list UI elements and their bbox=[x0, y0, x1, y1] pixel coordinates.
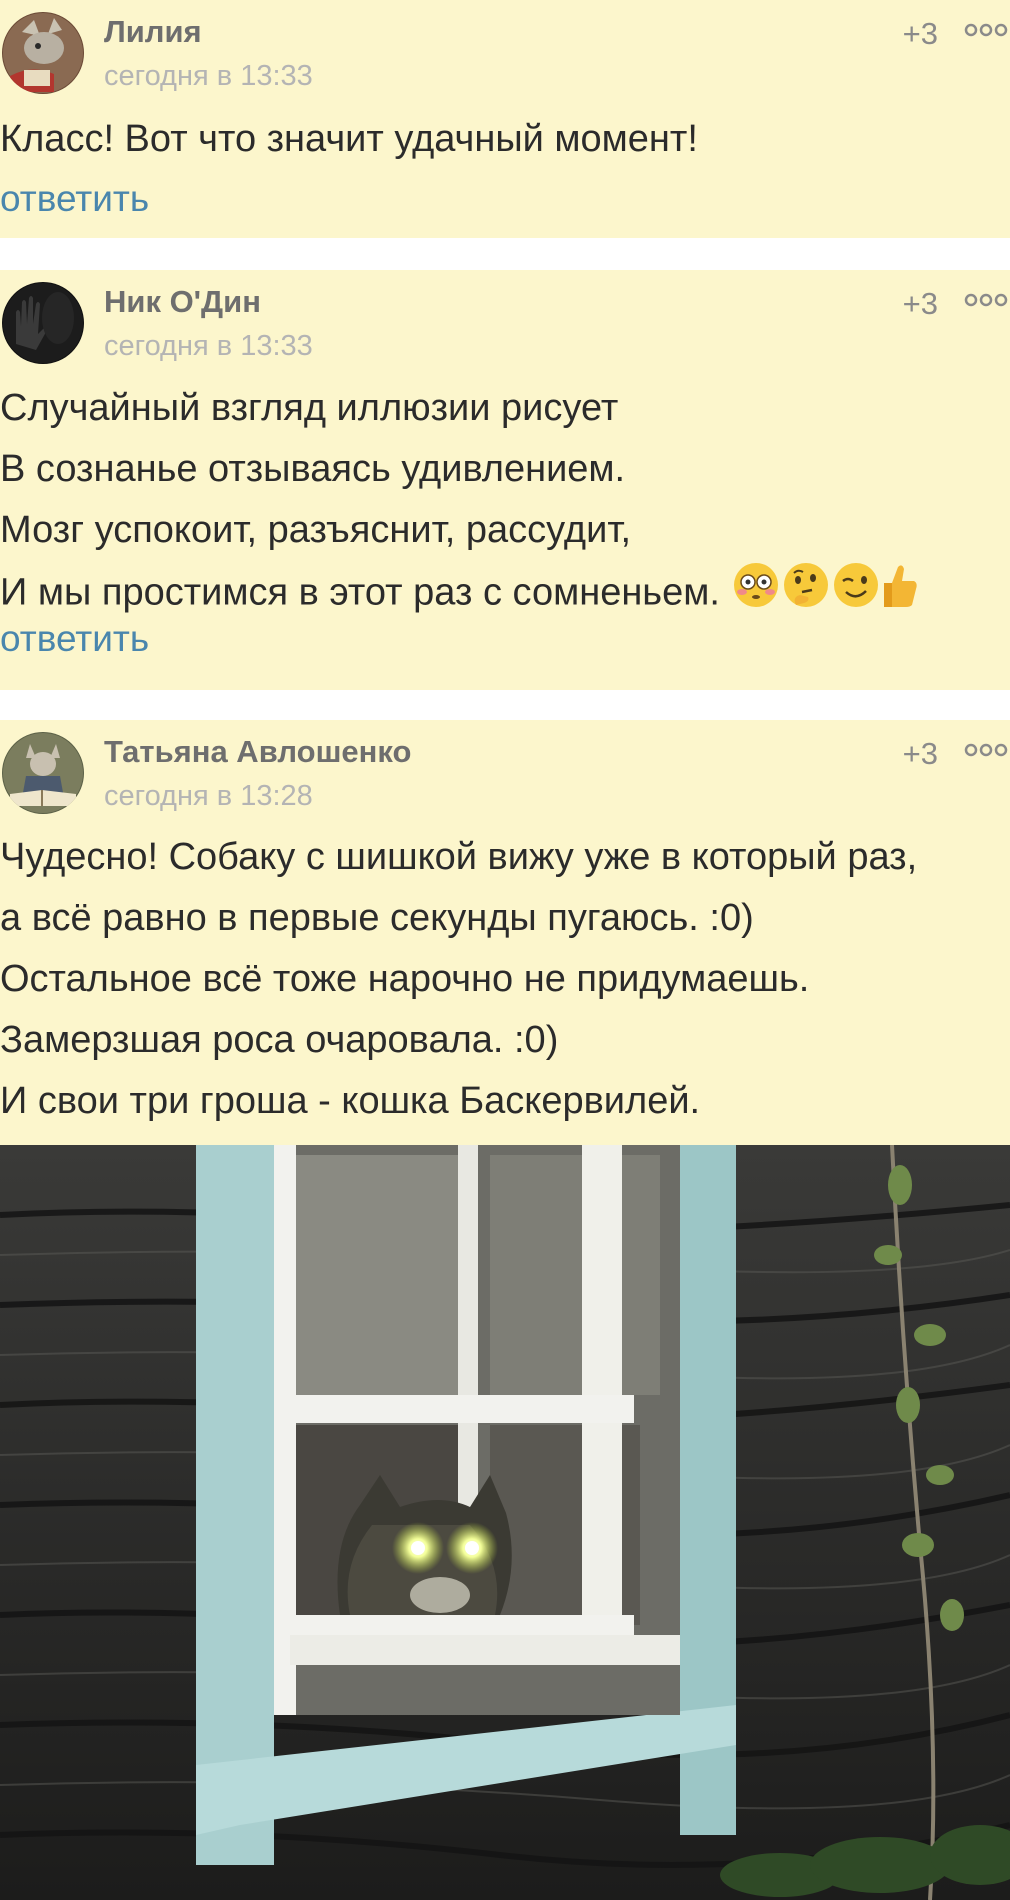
wolf-with-book-avatar-icon[interactable] bbox=[2, 732, 84, 814]
more-options-icon[interactable] bbox=[964, 740, 1008, 760]
comment-card: Татьяна Авлошенко сегодня в 13:28 +3 Чуд… bbox=[0, 720, 1010, 1900]
author-name[interactable]: Лилия bbox=[104, 14, 202, 50]
comment-timestamp: сегодня в 13:33 bbox=[104, 60, 313, 92]
dark-hand-avatar-icon[interactable] bbox=[2, 282, 84, 364]
comment-card: Лилия сегодня в 13:33 +3 Класс! Вот что … bbox=[0, 0, 1010, 238]
comment-card: Ник О'Дин сегодня в 13:33 +3 Случайный в… bbox=[0, 270, 1010, 690]
comment-text-line: Остальное всё тоже нарочно не придумаешь… bbox=[0, 958, 810, 1000]
comment-text: Чудесно! Собаку с шишкой вижу уже в кото… bbox=[0, 827, 1005, 1132]
comment-text-line: а всё равно в первые секунды пугаюсь. :0… bbox=[0, 897, 754, 939]
comment-timestamp: сегодня в 13:33 bbox=[104, 330, 313, 362]
reply-link[interactable]: ответить bbox=[0, 618, 149, 660]
comment-timestamp: сегодня в 13:28 bbox=[104, 780, 313, 812]
thinking-face-icon bbox=[782, 561, 830, 628]
more-options-icon[interactable] bbox=[964, 290, 1008, 310]
comment-text-line: В сознанье отзываясь удивлением. bbox=[0, 448, 626, 490]
rating-score: +3 bbox=[902, 286, 938, 321]
winking-face-icon bbox=[832, 561, 880, 628]
rating-score: +3 bbox=[902, 16, 938, 51]
comment-text-line-content: И мы простимся в этот раз с сомненьем. bbox=[0, 571, 720, 614]
comment-text-line: И свои три гроша - кошка Баскервилей. bbox=[0, 1080, 701, 1122]
reply-link[interactable]: ответить bbox=[0, 178, 149, 220]
comment-text-line: И мы простимся в этот раз с сомненьем. bbox=[0, 561, 1005, 628]
comment-text-line: Мозг успокоит, разъяснит, рассудит, bbox=[0, 509, 632, 551]
comment-text-line: Чудесно! Собаку с шишкой вижу уже в кото… bbox=[0, 836, 918, 878]
author-name[interactable]: Татьяна Авлошенко bbox=[104, 734, 411, 770]
comment-text: Случайный взгляд иллюзии рисует В сознан… bbox=[0, 378, 1005, 628]
thumbs-up-icon bbox=[882, 561, 920, 628]
dragon-reading-avatar-icon[interactable] bbox=[2, 12, 84, 94]
comment-text-line: Случайный взгляд иллюзии рисует bbox=[0, 387, 619, 429]
cat-with-glowing-eyes-in-window-photo[interactable] bbox=[0, 1145, 1010, 1900]
more-options-icon[interactable] bbox=[964, 20, 1008, 40]
rating-score: +3 bbox=[902, 736, 938, 771]
comment-text-line: Класс! Вот что значит удачный момент! bbox=[0, 118, 698, 160]
comment-text-line: Замерзшая роса очаровала. :0) bbox=[0, 1019, 559, 1061]
flushed-face-icon bbox=[732, 561, 780, 628]
author-name[interactable]: Ник О'Дин bbox=[104, 284, 261, 320]
comment-text: Класс! Вот что значит удачный момент! bbox=[0, 109, 1005, 170]
